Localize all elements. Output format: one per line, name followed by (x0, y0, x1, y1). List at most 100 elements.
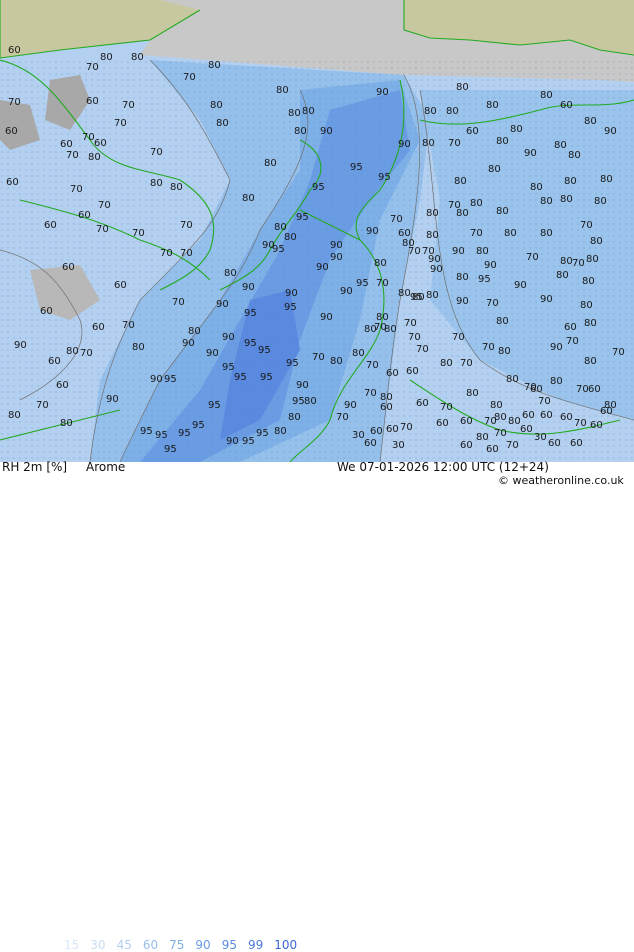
contour-label: 70 (160, 248, 173, 259)
contour-label: 80 (264, 158, 277, 169)
contour-label: 70 (440, 402, 453, 413)
contour-label: 60 (114, 280, 127, 291)
legend-item: 60 (142, 938, 159, 952)
contour-label: 70 (312, 352, 325, 363)
contour-label: 80 (580, 300, 593, 311)
legend-item: 99 (247, 938, 264, 952)
contour-label: 60 (460, 440, 473, 451)
map-canvas: 60807080807070 60 70 8080 9080 80807060706080… (0, 0, 634, 462)
contour-label: 70 (98, 200, 111, 211)
contour-label: 80 (224, 268, 237, 279)
contour-label: 70 (416, 344, 429, 355)
contour-label: 70 (526, 252, 539, 263)
contour-label: 70 (376, 278, 389, 289)
contour-label: 60 (560, 100, 573, 111)
contour-label: 30 (534, 432, 547, 443)
contour-label: 90 (376, 87, 389, 98)
contour-label: 80 (590, 236, 603, 247)
contour-label: 70 (612, 347, 625, 358)
contour-label: 90 (296, 380, 309, 391)
contour-label: 95 (292, 396, 305, 407)
contour-label: 80 (604, 400, 617, 411)
contour-label: 70 (114, 118, 127, 129)
contour-label: 80 (586, 254, 599, 265)
valid-time: We 07-01-2026 12:00 UTC (12+24) (337, 460, 549, 474)
contour-label: 70 (336, 412, 349, 423)
contour-label: 70 (482, 342, 495, 353)
contour-label: 60 (78, 210, 91, 221)
contour-label: 80 (352, 348, 365, 359)
contour-label: 80 (446, 106, 459, 117)
contour-label: 80 (584, 116, 597, 127)
contour-label: 80 (88, 152, 101, 163)
contour-label: 95 (350, 162, 363, 173)
contour-label: 70 (400, 422, 413, 433)
contour-label: 60 (380, 402, 393, 413)
contour-label: 80 (188, 326, 201, 337)
contour-label: 70 (408, 332, 421, 343)
contour-label: 60 (8, 45, 21, 56)
contour-label: 95 (256, 428, 269, 439)
legend-item: 45 (116, 938, 132, 952)
contour-label: 90 (550, 342, 563, 353)
contour-label: 95 (378, 172, 391, 183)
contour-label: 60 (540, 410, 553, 421)
contour-label: 60 (548, 438, 561, 449)
contour-label: 60 (466, 126, 479, 137)
contour-label: 80 (274, 426, 287, 437)
contour-label: 60 (60, 139, 73, 150)
contour-label: 80 (540, 228, 553, 239)
contour-label: 90 (316, 262, 329, 273)
rh-map: 60 80 70 80 80 70 70 60 70 80 80 90 80 80 80 70 60 70 60 80… (0, 0, 634, 462)
contour-label: 80 (288, 412, 301, 423)
contour-label: 70 (150, 147, 163, 158)
contour-label: 30 (392, 440, 405, 451)
contour-label: 80 (568, 150, 581, 161)
contour-label: 95 (284, 302, 297, 313)
contour-label: 80 (384, 324, 397, 335)
contour-label: 60 (386, 368, 399, 379)
contour-label: 60 (570, 438, 583, 449)
contour-label: 80 (508, 416, 521, 427)
credit[interactable]: © weatheronline.co.uk (498, 474, 624, 487)
contour-label: 90 (330, 252, 343, 263)
contour-label: 60 (92, 322, 105, 333)
contour-label: 80 (560, 256, 573, 267)
contour-label: 80 (216, 118, 229, 129)
contour-label: 95 (356, 278, 369, 289)
footer: RH 2m [%] Arome We 07-01-2026 12:00 UTC … (0, 460, 634, 952)
contour-label: 80 (584, 356, 597, 367)
contour-label: 70 (66, 150, 79, 161)
contour-label: 80 (490, 400, 503, 411)
contour-label: 80 (426, 230, 439, 241)
contour-label: 90 (14, 340, 27, 351)
contour-label: 80 (424, 106, 437, 117)
contour-label: 80 (466, 388, 479, 399)
contour-label: 80 (210, 100, 223, 111)
contour-label: 80 (582, 276, 595, 287)
contour-label: 80 (426, 290, 439, 301)
contour-label: 80 (398, 288, 411, 299)
contour-label: 70 (82, 132, 95, 143)
contour-label: 80 (486, 100, 499, 111)
contour-label: 95 (272, 244, 285, 255)
contour-label: 60 (460, 416, 473, 427)
contour-label: 80 (440, 358, 453, 369)
contour-label: 70 (580, 220, 593, 231)
contour-label: 70 (408, 246, 421, 257)
contour-label: 90 (330, 240, 343, 251)
contour-label: 70 (486, 298, 499, 309)
contour-label: 70 (470, 228, 483, 239)
contour-label: 80 (288, 108, 301, 119)
contour-label: 90 (344, 400, 357, 411)
contour-label: 95 (208, 400, 221, 411)
contour-label: 80 (374, 258, 387, 269)
land-outside-domain-ne (404, 0, 634, 55)
contour-label: 70 (86, 62, 99, 73)
contour-label: 80 (584, 318, 597, 329)
contour-label: 70 (36, 400, 49, 411)
contour-label: 70 (70, 184, 83, 195)
contour-label: 95 (478, 274, 491, 285)
contour-label: 80 (330, 356, 343, 367)
contour-label: 80 (530, 182, 543, 193)
